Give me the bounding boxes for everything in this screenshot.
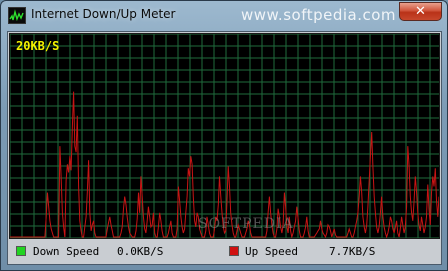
up-speed-label: Up Speed [245,245,298,258]
window-title: Internet Down/Up Meter [31,7,176,21]
close-button[interactable]: ✕ [399,2,442,21]
down-speed-value: 0.0KB/S [117,245,164,258]
title-bar[interactable]: Internet Down/Up Meter www.softpedia.com… [1,1,447,31]
up-speed-legend-swatch [229,246,239,256]
client-area: 20KB/S SOFTPEDIA Down Speed 0.0KB/S Up S… [7,31,442,265]
close-icon: ✕ [415,4,426,19]
down-speed-label: Down Speed [33,245,100,258]
softpedia-graph-watermark: SOFTPEDIA [198,216,294,232]
scale-label: 20KB/S [16,39,60,53]
softpedia-watermark: www.softpedia.com [241,6,397,24]
app-window: Internet Down/Up Meter www.softpedia.com… [0,0,448,271]
up-speed-value: 7.7KB/S [329,245,376,258]
speed-graph: 20KB/S SOFTPEDIA [9,33,440,239]
speed-graph-canvas [10,34,439,238]
down-speed-legend-swatch [16,246,26,256]
status-bar: Down Speed 0.0KB/S Up Speed 7.7KB/S [9,240,440,263]
meter-app-icon [8,7,26,24]
